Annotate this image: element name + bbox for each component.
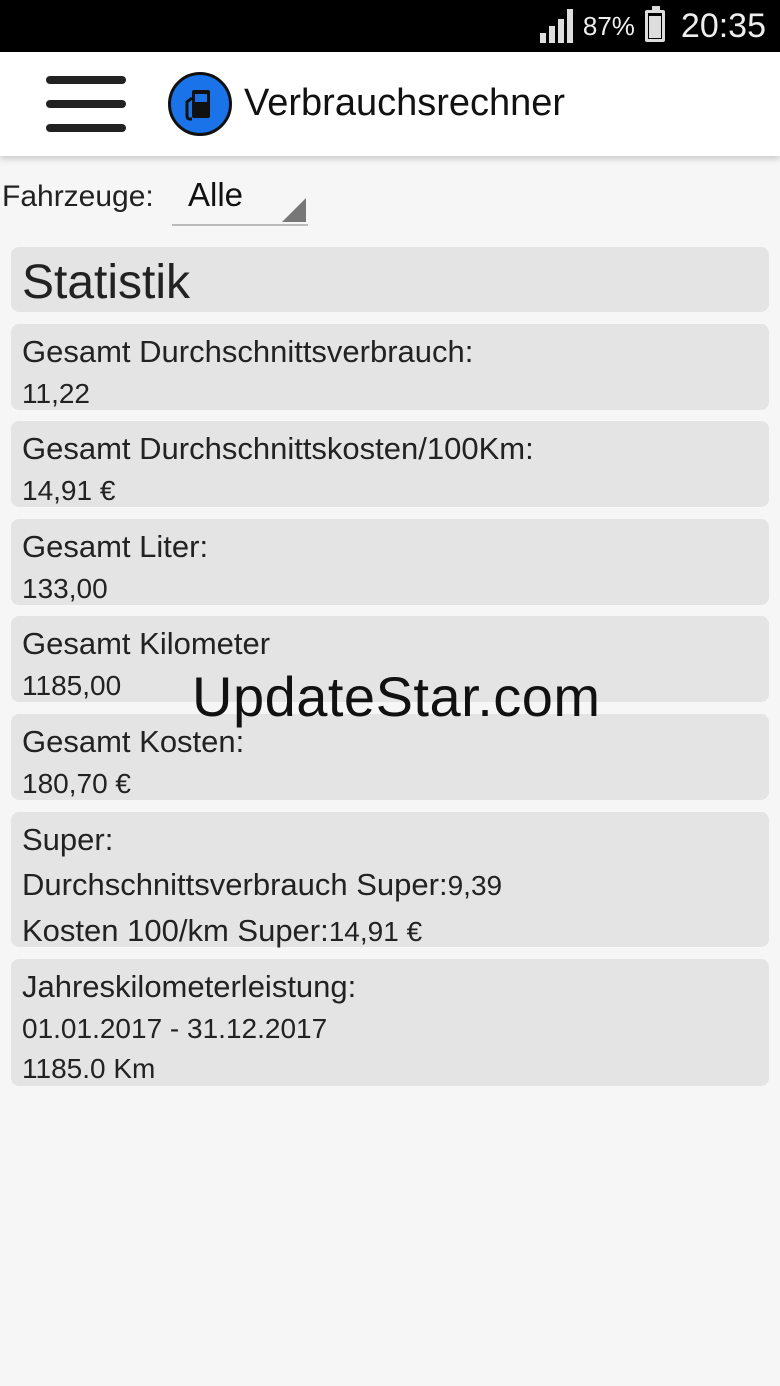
stat-label: Super: — [22, 822, 114, 857]
stat-label: Gesamt Durchschnittsverbrauch: — [22, 334, 474, 369]
yearly-range: 01.01.2017 - 31.12.2017 — [22, 1013, 328, 1044]
stat-label: Gesamt Kilometer — [22, 626, 271, 661]
yearly-value: 1185.0 Km — [22, 1053, 156, 1084]
battery-icon — [644, 6, 665, 42]
stat-liters: Gesamt Liter: 133,00 — [11, 519, 769, 605]
fuel-pump-icon — [168, 72, 232, 136]
stat-label: Gesamt Kosten: — [22, 724, 245, 759]
stat-avg-cost: Gesamt Durchschnittskosten/100Km: 14,91 … — [11, 421, 769, 507]
app-title: Verbrauchsrechner — [244, 82, 566, 124]
stat-value: 1185,00 — [22, 670, 122, 701]
stat-value: 133,00 — [22, 573, 108, 604]
super-avg-label: Durchschnittsverbrauch Super: — [22, 867, 448, 902]
stat-value: 11,22 — [22, 378, 90, 409]
signal-icon — [539, 9, 573, 43]
super-avg-row: Durchschnittsverbrauch Super:9,39 — [22, 862, 758, 908]
stat-value: 14,91 € — [22, 475, 116, 506]
stat-value: 180,70 € — [22, 768, 131, 799]
statistik-title: Statistik — [22, 256, 191, 309]
stat-super: Super: Durchschnittsverbrauch Super:9,39… — [11, 812, 769, 948]
battery-percent: 87% — [582, 10, 635, 41]
super-cost-row: Kosten 100/km Super:14,91 € — [22, 908, 758, 954]
statistik-header: Statistik — [11, 247, 769, 312]
app-bar: Verbrauchsrechner — [0, 52, 780, 156]
dropdown-arrow-icon — [282, 198, 306, 222]
status-time: 20:35 — [680, 6, 766, 45]
stat-costs: Gesamt Kosten: 180,70 € — [11, 714, 769, 800]
stat-label: Gesamt Liter: — [22, 529, 209, 564]
hamburger-menu-icon[interactable] — [46, 76, 126, 132]
super-cost-value: 14,91 € — [328, 916, 423, 947]
stat-label: Gesamt Durchschnittskosten/100Km: — [22, 431, 534, 466]
vehicle-select[interactable]: Alle — [172, 170, 308, 226]
stat-label: Jahreskilometerleistung: — [22, 969, 357, 1004]
stat-kilometers: Gesamt Kilometer 1185,00 — [11, 616, 769, 702]
vehicle-select-value: Alle — [188, 176, 244, 213]
status-bar: 87% 20:35 — [0, 0, 780, 52]
super-avg-value: 9,39 — [447, 870, 503, 901]
stat-yearly: Jahreskilometerleistung: 01.01.2017 - 31… — [11, 959, 769, 1086]
stat-avg-consumption: Gesamt Durchschnittsverbrauch: 11,22 — [11, 324, 769, 410]
vehicle-filter: Fahrzeuge: Alle — [0, 170, 780, 230]
vehicle-filter-label: Fahrzeuge: — [2, 180, 154, 213]
super-cost-label: Kosten 100/km Super: — [22, 913, 329, 948]
